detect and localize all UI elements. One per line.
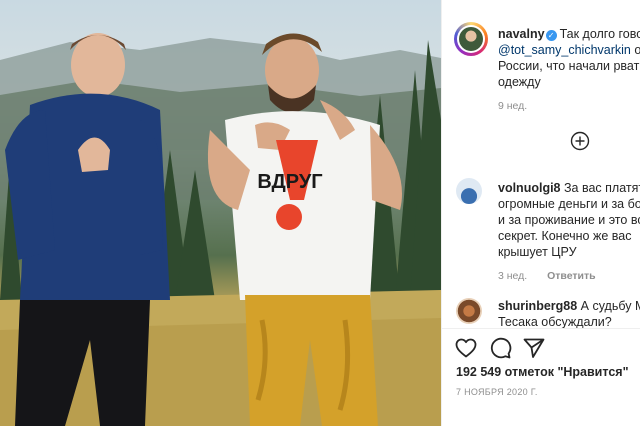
comment-age: 3 нед. [498,270,528,282]
comment-username[interactable]: shurinberg88 [498,299,577,313]
comment-item: volnuolgi8 За вас платят та огромные ден… [498,180,640,282]
caption-text: Так долго говор [559,27,640,41]
comment-text-line: и за проживание и это все [498,213,640,227]
comment-bubble-icon[interactable] [488,336,512,360]
comment-text: А судьбу Ма [580,299,640,313]
actions-divider [442,328,640,329]
comment-text-line: крышует ЦРУ [498,245,577,259]
shirt-text: ВДРУГ [257,171,322,193]
caption-age: 9 нед. [498,100,528,112]
author-username[interactable]: navalny [498,27,545,41]
post-side-panel: navalny✓Так долго говор @tot_samy_chichv… [441,0,640,426]
caption-line-3: одежду [498,75,541,89]
comment-username[interactable]: volnuolgi8 [498,181,561,195]
commenter-avatar[interactable] [456,298,482,324]
caption-mention[interactable]: @tot_samy_chichvarkin [498,43,631,57]
verified-badge-icon: ✓ [545,30,557,41]
avatar-ring-inner [457,25,485,53]
heart-icon[interactable] [454,336,478,360]
comment-text-line: секрет. Конечно же вас [498,229,632,243]
post-date: 7 НОЯБРЯ 2020 Г. [456,387,538,397]
commenter-avatar[interactable] [456,178,482,204]
avatar-image [459,27,483,51]
post-actions [454,336,634,360]
comment-item: shurinberg88 А судьбу Ма Тесака обсуждал… [498,298,640,330]
plus-circle-icon[interactable] [570,131,590,151]
caption: navalny✓Так долго говор @tot_samy_chichv… [498,26,640,112]
reply-button[interactable]: Ответить [547,270,596,282]
likes-count[interactable]: 192 549 отметок "Нравится" [456,365,629,379]
post-photo: ВДРУГ [0,0,441,426]
caption-line-2: России, что начали рвать [498,59,640,73]
photo-illustration: ВДРУГ [0,33,441,426]
comment-text-line: огромные деньги и за бол [498,197,640,211]
author-avatar[interactable] [454,22,488,56]
paper-plane-icon[interactable] [522,336,546,360]
comment-text: За вас платят та [563,181,640,195]
caption-tail: о су [631,43,640,57]
